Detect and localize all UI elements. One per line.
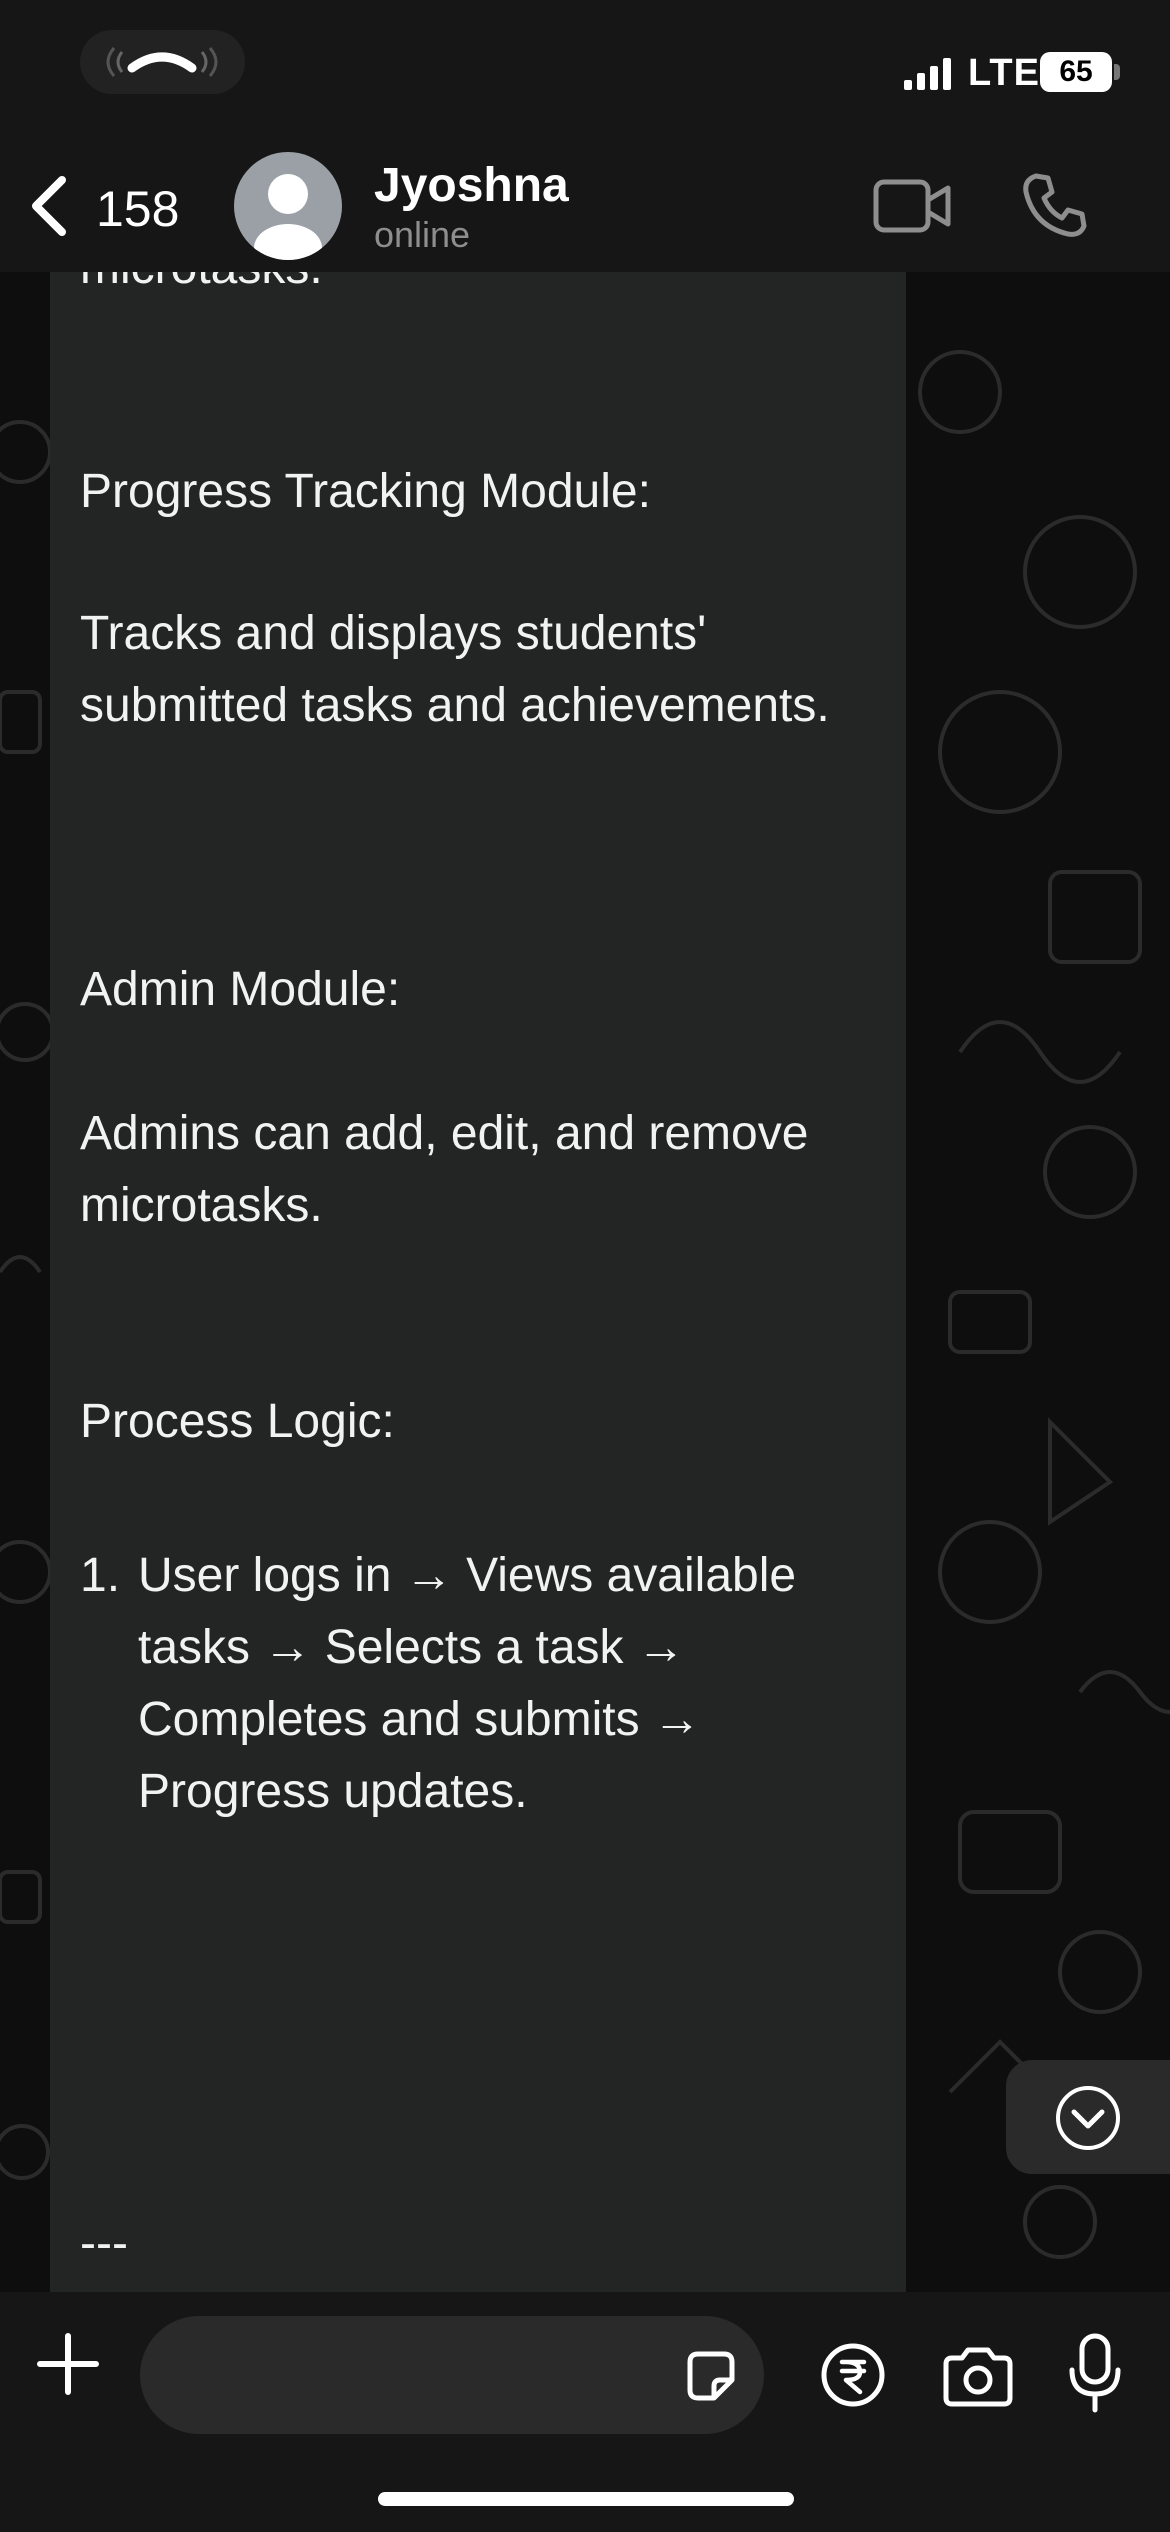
message-paragraph: Admins can add, edit, and remove microta… <box>80 1107 822 1232</box>
default-avatar-icon <box>254 174 322 260</box>
video-call-icon[interactable] <box>872 176 952 236</box>
message-heading: Process Logic: <box>80 1395 395 1448</box>
signal-strength-icon <box>904 58 951 90</box>
plus-icon[interactable] <box>36 2332 100 2396</box>
message-heading: Progress Tracking Module: <box>80 465 651 518</box>
contact-name[interactable]: Jyoshna <box>374 158 569 213</box>
chevron-left-icon[interactable] <box>24 174 74 238</box>
message-text-fragment: microtasks. <box>80 272 880 304</box>
status-bar: LTE 65 <box>0 0 1170 140</box>
network-type: LTE <box>968 52 1040 94</box>
message-separator: --- <box>80 2217 128 2270</box>
contact-status: online <box>374 214 471 255</box>
message-input[interactable] <box>140 2316 764 2434</box>
sticker-icon[interactable] <box>682 2348 740 2406</box>
camera-icon[interactable] <box>940 2346 1016 2408</box>
unread-count[interactable]: 158 <box>96 180 179 238</box>
list-item: User logs in → Views available tasks → S… <box>138 1549 810 1818</box>
payment-rupee-icon[interactable] <box>820 2342 886 2408</box>
phone-hangup-icon <box>106 47 218 77</box>
chevron-down-circle-icon <box>1056 2086 1120 2150</box>
ongoing-call-pill[interactable] <box>80 30 245 94</box>
avatar[interactable] <box>234 152 342 260</box>
list-item-number: 1. <box>80 1549 121 1602</box>
chat-header: 158 Jyoshna online <box>0 140 1170 272</box>
phone-call-icon[interactable] <box>1020 170 1090 240</box>
microphone-icon[interactable] <box>1064 2332 1126 2416</box>
home-indicator[interactable] <box>378 2492 794 2506</box>
message-bubble[interactable]: microtasks. Progress Tracking Module: Tr… <box>50 272 906 2292</box>
battery-indicator: 65 <box>1040 52 1112 92</box>
message-paragraph: Tracks and displays students' submitted … <box>80 607 830 732</box>
battery-cap <box>1114 64 1120 80</box>
scroll-to-bottom-button[interactable] <box>1006 2060 1170 2174</box>
message-heading: Admin Module: <box>80 963 401 1016</box>
